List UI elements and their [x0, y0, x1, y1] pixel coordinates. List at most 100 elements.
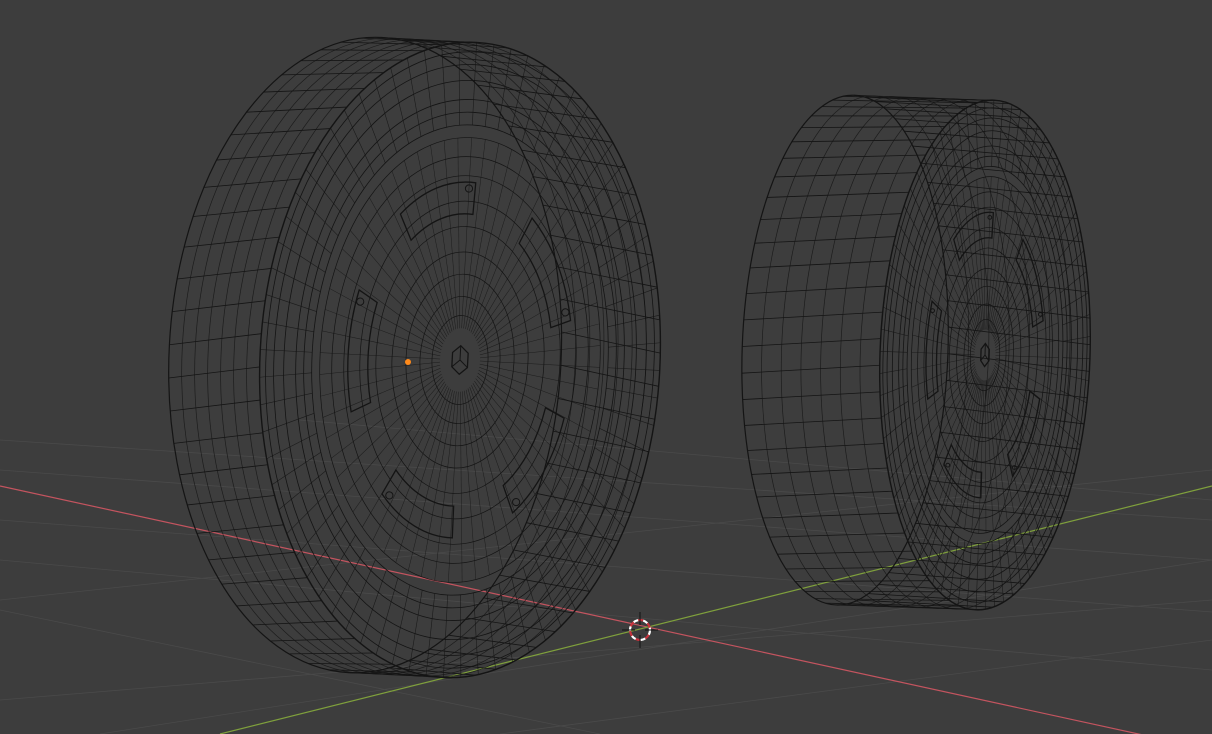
tread-segment — [742, 338, 881, 347]
tread-segment — [888, 572, 1025, 584]
sidewall-edge — [1055, 421, 1081, 446]
tread-segment — [747, 443, 884, 451]
3d-viewport[interactable] — [0, 0, 1212, 734]
grid-line — [0, 609, 601, 734]
lug-nut — [561, 308, 570, 317]
tread-segment — [236, 600, 322, 607]
rim-edge — [391, 171, 451, 334]
tread-segment — [811, 115, 956, 117]
rim-edge — [989, 376, 1021, 505]
tread-segment — [754, 236, 896, 244]
tread-segment — [508, 125, 613, 143]
rim-edge — [995, 355, 1059, 358]
rim-edge — [461, 137, 472, 329]
rim-edge — [329, 288, 442, 350]
rim-edge — [383, 387, 450, 553]
viewport-canvas[interactable] — [0, 0, 1212, 734]
rim-edge — [992, 230, 1042, 338]
rim-edge — [477, 242, 583, 344]
rim-edge — [319, 361, 440, 375]
rim-edge — [335, 267, 443, 348]
sidewall-edge — [893, 460, 918, 499]
rim-edge — [320, 364, 441, 397]
rim-edge — [480, 345, 601, 359]
sidewall-edge — [957, 540, 966, 606]
rim-edge — [448, 391, 459, 583]
rim-edge — [479, 363, 599, 390]
rim-edge — [912, 361, 975, 405]
tread-segment — [750, 260, 891, 269]
lug-nut — [930, 308, 935, 313]
rim-edge — [350, 230, 445, 342]
rim-vent — [518, 216, 572, 329]
sidewall-edge — [295, 191, 339, 237]
hub-edge — [451, 359, 461, 368]
tread-segment — [216, 152, 315, 161]
hub-edge — [459, 359, 468, 368]
tread-segment — [230, 128, 331, 136]
rim-edge — [911, 356, 975, 371]
x-axis-line — [0, 485, 1142, 734]
tread-segment — [270, 638, 355, 642]
sidewall-edge — [565, 516, 603, 573]
object-origin-dot — [405, 359, 411, 365]
tread-segment — [533, 176, 637, 196]
rim-edge — [478, 370, 591, 432]
sidewall-edge — [407, 57, 422, 137]
sidewall-edge — [278, 470, 327, 510]
grid-line — [499, 639, 1212, 734]
rim-edge — [475, 207, 568, 339]
rim-edge — [991, 208, 1032, 335]
rim-vent — [381, 468, 455, 539]
tread-segment — [208, 551, 295, 561]
sidewall-edge — [598, 235, 649, 268]
tread-segment — [429, 648, 517, 661]
sidewall-edge — [424, 50, 434, 132]
sidewall-edge — [1005, 533, 1013, 596]
tread-segment — [744, 417, 882, 426]
lug-nut — [356, 297, 365, 306]
tread-segment — [550, 234, 653, 256]
tread-segment — [777, 550, 913, 555]
sidewall-edge — [1052, 211, 1077, 250]
rim-edge — [320, 352, 441, 360]
rim-edge — [457, 138, 460, 329]
rim-edge — [404, 160, 453, 332]
rim-edge — [470, 167, 537, 333]
sidewall-edge — [317, 147, 355, 204]
sidewall-edge — [581, 483, 625, 529]
rim-edge — [460, 391, 463, 582]
lug-nut — [512, 497, 521, 507]
rim-edge — [465, 389, 503, 569]
tread-segment — [940, 431, 1080, 450]
rim-edge — [479, 323, 600, 356]
tread-segment — [252, 620, 338, 626]
sidewall-edge — [408, 590, 423, 671]
lug-nut — [1037, 311, 1043, 317]
sidewall-edge — [277, 241, 326, 273]
tread-segment — [196, 524, 284, 534]
wheel-large-object[interactable] — [153, 27, 677, 688]
rim-edge — [443, 140, 458, 329]
tread-segment — [804, 590, 940, 593]
tread-segment — [741, 364, 880, 374]
rim-edge — [352, 381, 445, 513]
tread-segment — [933, 202, 1078, 220]
sidewall-edge — [587, 186, 634, 232]
tread-segment — [477, 84, 583, 100]
hub-edge — [459, 345, 462, 361]
sidewall-edge — [1004, 104, 1013, 170]
sidewall-edge — [605, 287, 658, 307]
lug-nut — [385, 491, 394, 500]
rim-edge — [321, 330, 441, 357]
tread-segment — [193, 206, 290, 217]
lug-nut — [945, 462, 951, 468]
rim-edge — [417, 151, 455, 331]
wheel-small-object[interactable] — [733, 92, 1098, 614]
3d-cursor-icon[interactable] — [622, 612, 658, 648]
tread-segment — [170, 399, 261, 412]
rim-edge — [990, 374, 1028, 495]
sidewall-edge — [889, 264, 915, 289]
sidewall-edge — [262, 413, 315, 433]
tread-segment — [203, 178, 302, 188]
